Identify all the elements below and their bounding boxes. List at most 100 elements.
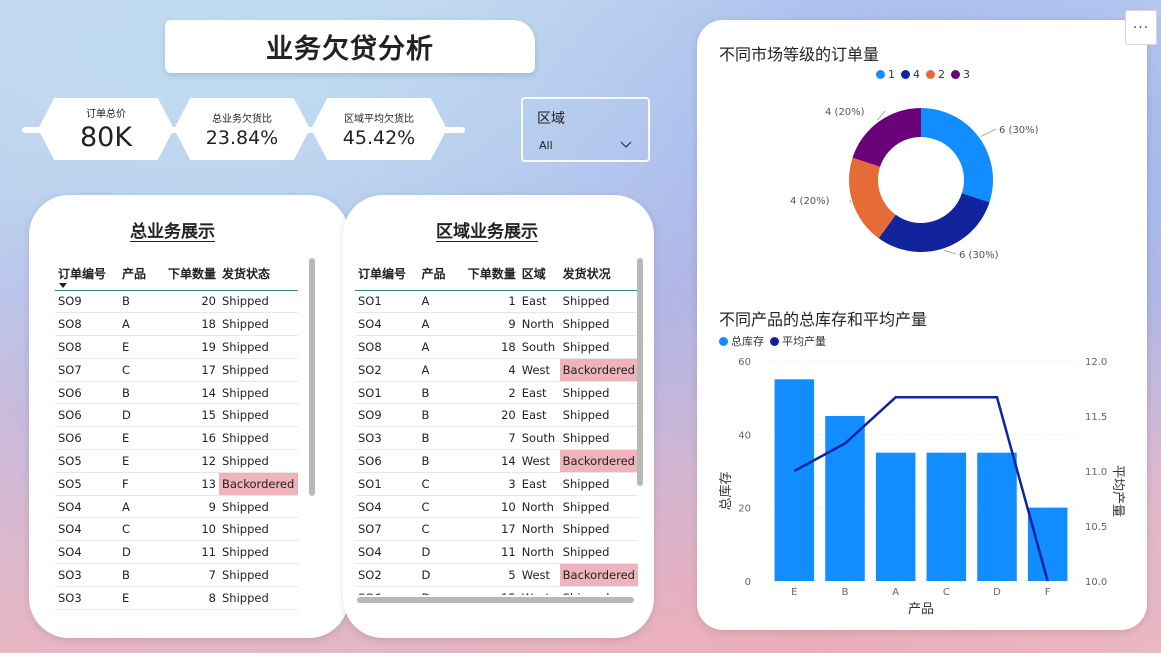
table-row[interactable]: SO8 E 19 Shipped [55, 335, 298, 359]
table-cell: 18 [454, 335, 519, 359]
vertical-scrollbar[interactable] [309, 258, 315, 496]
table-row[interactable]: SO3 B 7 South Shipped [355, 426, 638, 451]
table-cell: SO6 [55, 426, 119, 451]
table-cell: SO9 [355, 403, 419, 428]
table-row[interactable]: SO2 D 5 West Backordered [355, 563, 638, 587]
table-cell: SO4 [55, 540, 119, 565]
kpi-value: 80K [79, 122, 133, 153]
bar[interactable] [977, 452, 1017, 581]
bar[interactable] [926, 452, 967, 581]
table-row[interactable]: SO8 A 18 South Shipped [355, 335, 638, 359]
kpi-label: 区域平均欠货比 [344, 113, 414, 125]
table-cell: SO5 [55, 449, 119, 473]
table-cell: SO6 [355, 449, 419, 473]
column-header[interactable]: 下单数量 [155, 258, 219, 291]
table-cell: Shipped [219, 335, 298, 359]
legend-marker [876, 70, 885, 79]
leader-line [980, 128, 997, 137]
chevron-down-icon[interactable] [620, 139, 632, 149]
table-cell: 11 [454, 540, 519, 565]
table-cell: B [119, 290, 155, 314]
table-row[interactable]: SO2 A 4 West Backordered [355, 358, 638, 382]
column-header[interactable]: 发货状态 [219, 258, 298, 291]
table-cell: E [119, 335, 155, 359]
table-row[interactable]: SO9 B 20 East Shipped [355, 403, 638, 428]
table-row[interactable]: SO4 C 10 Shipped [55, 517, 298, 542]
table-cell: Shipped [559, 290, 638, 314]
table-row[interactable]: SO1 C 3 East Shipped [355, 472, 638, 496]
x-tick-label: D [993, 587, 1001, 598]
y-tick-label: 20 [738, 504, 751, 515]
bar[interactable] [825, 416, 865, 581]
y-axis-title: 总库存 [718, 471, 734, 510]
table-cell: Shipped [559, 586, 638, 595]
table-cell: SO8 [55, 335, 119, 359]
column-header[interactable]: 产品 [418, 258, 455, 291]
table-row[interactable]: SO7 C 17 Shipped [55, 358, 298, 382]
table-cell: B [418, 381, 455, 405]
table-cell: Shipped [219, 358, 298, 382]
column-header[interactable]: 产品 [119, 258, 155, 291]
table-cell: 10 [155, 517, 219, 542]
table-cell: North [518, 517, 560, 542]
column-header[interactable]: 订单编号 [55, 258, 119, 291]
bar[interactable] [774, 379, 815, 581]
table-cell: 15 [155, 403, 219, 428]
table-cell: 10 [454, 495, 519, 519]
table-cell: D [119, 403, 155, 428]
table-row[interactable]: SO4 A 9 North Shipped [355, 312, 638, 337]
column-header[interactable]: 发货状况 [559, 258, 638, 291]
column-header[interactable]: 订单编号 [355, 258, 419, 291]
card-title: 总业务展示 [130, 222, 215, 242]
table-cell: SO6 [55, 381, 119, 405]
table-row[interactable]: SO3 E 8 Shipped [55, 586, 298, 610]
table-cell: 1 [454, 290, 519, 314]
legend-marker [951, 70, 960, 79]
slicer-dropdown-value[interactable]: All [539, 139, 553, 152]
donut-slice[interactable] [921, 108, 993, 203]
table-cell: North [518, 540, 560, 565]
table-row[interactable]: SO6 D 15 Shipped [55, 403, 298, 428]
table-row[interactable]: SO6D15WestShipped [355, 586, 638, 595]
column-header[interactable]: 下单数量 [454, 258, 519, 291]
horizontal-scrollbar[interactable] [357, 597, 634, 603]
bar[interactable] [875, 452, 916, 581]
table-cell: West [518, 586, 560, 595]
combo-chart-title: 不同产品的总库存和平均产量 [719, 310, 928, 329]
table-row[interactable]: SO1 B 2 East Shipped [355, 381, 638, 405]
legend-marker [901, 70, 910, 79]
table-row[interactable]: SO8 A 18 Shipped [55, 312, 298, 337]
sort-descending-icon[interactable] [59, 282, 67, 288]
y2-tick-label: 10.5 [1085, 522, 1107, 533]
table-row[interactable]: SO6 E 16 Shipped [55, 426, 298, 451]
table-row[interactable]: SO4 D 11 North Shipped [355, 540, 638, 565]
table-row[interactable]: SO6 B 14 West Backordered [355, 449, 638, 473]
table-row[interactable]: SO6 B 14 Shipped [55, 381, 298, 405]
table-row[interactable]: SO4 C 10 North Shipped [355, 495, 638, 519]
table-row[interactable]: SO4 A 9 Shipped [55, 495, 298, 519]
table-cell: Shipped [219, 540, 298, 565]
table-cell: Backordered [559, 358, 638, 382]
table-cell: 8 [155, 586, 219, 610]
table-row[interactable]: SO7 C 17 North Shipped [355, 517, 638, 542]
table-row[interactable]: SO1 A 1 East Shipped [355, 290, 638, 314]
table-cell: Backordered [219, 472, 298, 496]
table-cell: Shipped [219, 586, 298, 610]
bar[interactable] [1027, 507, 1068, 581]
table-cell: Shipped [219, 381, 298, 405]
table-cell: SO1 [355, 472, 419, 496]
table-row[interactable]: SO4 D 11 Shipped [55, 540, 298, 565]
table-row[interactable]: SO5 F 13 Backordered [55, 472, 298, 496]
table-row[interactable]: SO9 B 20 Shipped [55, 290, 298, 314]
y2-tick-label: 11.5 [1085, 412, 1107, 423]
table-row[interactable]: SO5 E 12 Shipped [55, 449, 298, 473]
donut-data-label: 6 (30%) [959, 250, 999, 261]
table-row[interactable]: SO3 B 7 Shipped [55, 563, 298, 587]
donut-slice[interactable] [878, 193, 990, 252]
column-header[interactable]: 区域 [518, 258, 560, 291]
more-options-button[interactable]: ··· [1125, 10, 1157, 45]
kpi-value: 23.84% [205, 126, 279, 149]
table-cell: 4 [454, 358, 519, 382]
table-cell: 15 [454, 586, 519, 595]
vertical-scrollbar[interactable] [637, 258, 643, 486]
